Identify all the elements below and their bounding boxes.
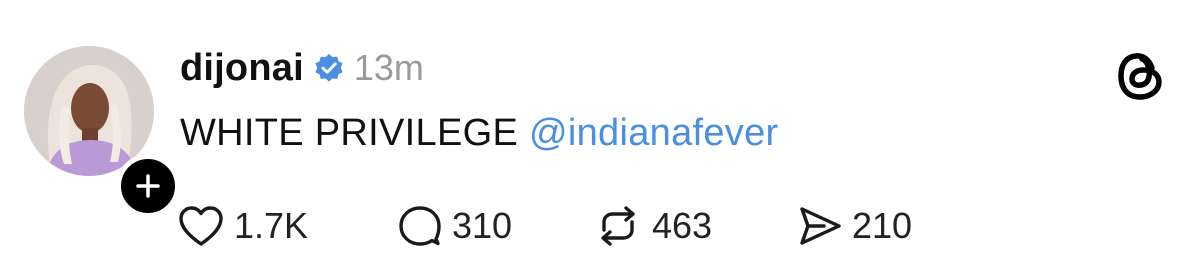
reply-count: 310 [452, 205, 513, 246]
post-timestamp: 13m [353, 47, 424, 88]
verified-badge-icon [314, 53, 344, 83]
username[interactable]: dijonai [180, 47, 304, 90]
share-button[interactable]: 210 [798, 205, 958, 247]
heart-icon [179, 206, 223, 246]
post-header: dijonai 13m [180, 40, 424, 96]
plus-icon [136, 174, 160, 198]
like-button[interactable]: 1.7K [178, 205, 398, 247]
threads-logo-icon[interactable] [1112, 48, 1168, 104]
repost-arrows-icon [601, 206, 635, 246]
post-body: WHITE PRIVILEGE @indianafever [180, 112, 779, 155]
repost-button[interactable]: 463 [594, 204, 798, 248]
post-text: WHITE PRIVILEGE [180, 112, 519, 154]
repost-count: 463 [652, 205, 713, 246]
send-icon [800, 207, 841, 245]
like-count: 1.7K [234, 205, 309, 246]
avatar-container [24, 46, 180, 218]
post-actions: 1.7K 310 463 210 [178, 196, 958, 256]
share-count: 210 [852, 205, 913, 246]
thread-post: dijonai 13m WHITE PRIVILEGE @indianafeve… [0, 0, 1198, 280]
comment-bubble-icon [399, 206, 441, 246]
mention-link[interactable]: @indianafever [529, 112, 779, 154]
reply-button[interactable]: 310 [398, 204, 594, 248]
follow-button[interactable] [116, 154, 180, 218]
